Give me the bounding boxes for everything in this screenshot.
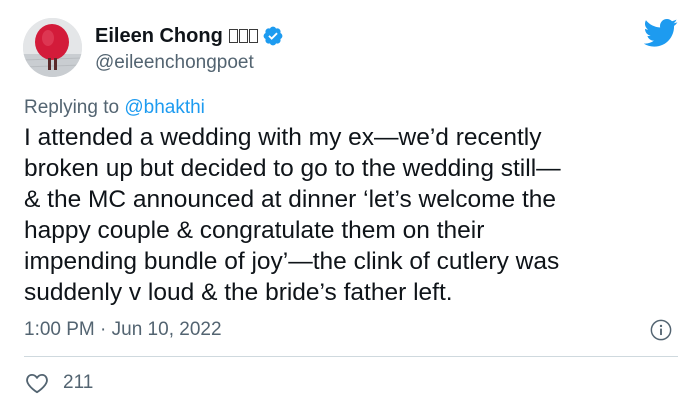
replying-to: Replying to @bhakthi: [24, 97, 205, 119]
author-handle[interactable]: @eileenchongpoet: [95, 52, 254, 74]
emoji-placeholder-icon: [228, 29, 258, 43]
tweet-text-line: I attended a wedding with my ex—we’d rec…: [24, 124, 542, 151]
tweet-text-line: suddenly v loud & the bride’s father lef…: [24, 279, 453, 306]
tweet-text-line: & the MC announced at dinner ‘let’s welc…: [24, 186, 557, 213]
info-icon[interactable]: [650, 319, 672, 341]
replying-to-handle-link[interactable]: @bhakthi: [124, 97, 205, 118]
tweet-timestamp[interactable]: 1:00 PM · Jun 10, 2022: [24, 319, 222, 341]
divider: [24, 356, 678, 357]
tweet-text: I attended a wedding with my ex—we’d rec…: [24, 122, 684, 308]
avatar[interactable]: [23, 18, 82, 77]
tweet-card: Eileen Chong @eileenchongpoet Replying t…: [0, 0, 700, 410]
tweet-text-line: broken up but decided to go to the weddi…: [24, 155, 561, 182]
avatar-image: [23, 18, 82, 77]
heart-icon: [26, 373, 48, 394]
twitter-bird-icon[interactable]: [644, 18, 678, 48]
tweet-text-line: impending bundle of joy’—the clink of cu…: [24, 248, 560, 275]
author-name-row: Eileen Chong: [95, 23, 284, 49]
like-count: 211: [63, 372, 94, 393]
replying-to-prefix: Replying to: [24, 97, 125, 118]
like-button[interactable]: 211: [24, 370, 93, 396]
verified-badge-icon: [263, 26, 283, 46]
tweet-text-line: happy couple & congratulate them on thei…: [24, 217, 485, 244]
author-display-name[interactable]: Eileen Chong: [95, 25, 223, 48]
